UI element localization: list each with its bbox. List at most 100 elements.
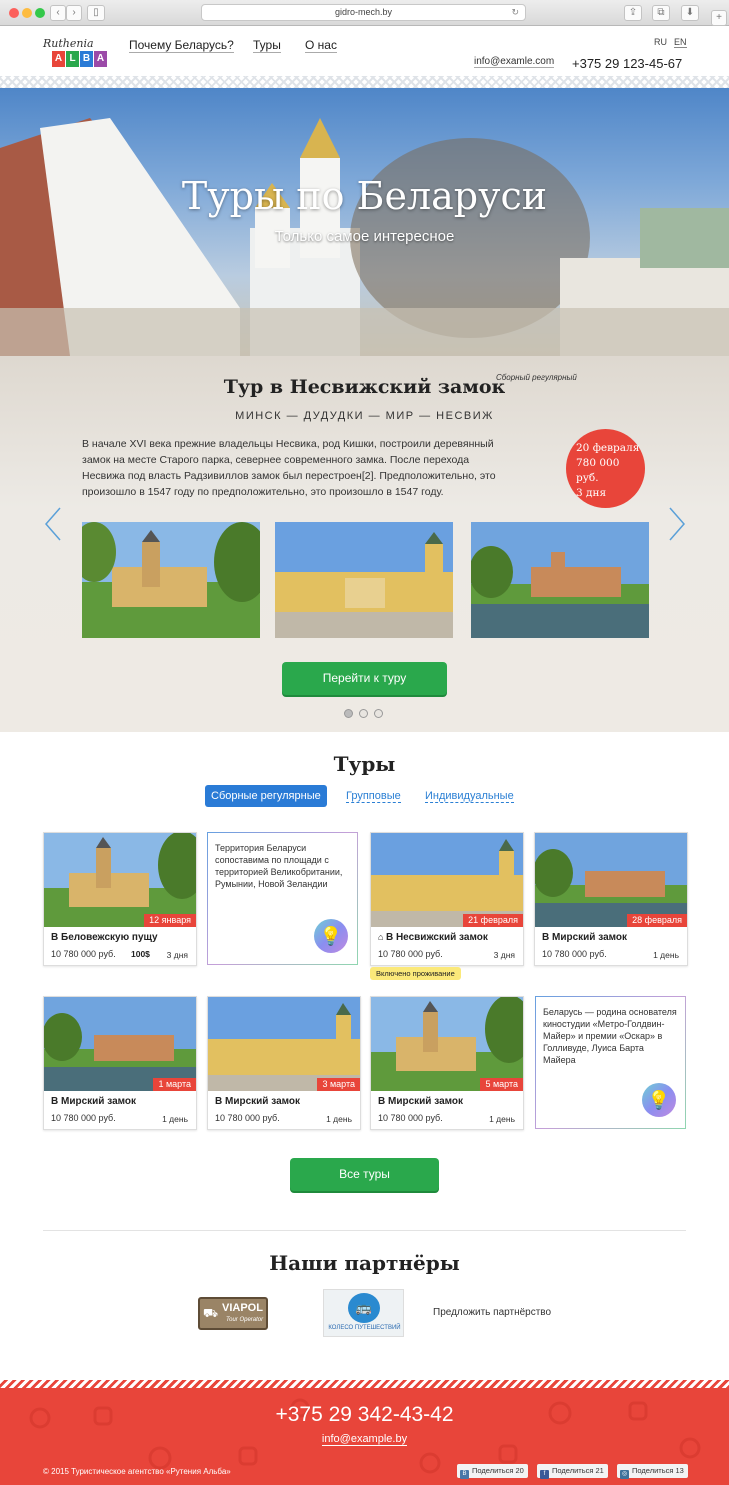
tour-photo	[44, 997, 196, 1091]
share-count: 20	[515, 1466, 524, 1475]
close-window-icon[interactable]	[9, 8, 19, 18]
slider-dot-active[interactable]	[344, 709, 353, 718]
minimize-window-icon[interactable]	[22, 8, 32, 18]
fact-text: Территория Беларуси сопоставима по площа…	[215, 843, 343, 889]
tour-duration: 1 день	[489, 1114, 515, 1124]
partner-logo-koleso[interactable]: 🚌 КОЛЕСО ПУТЕШЕСТВИЙ	[323, 1289, 404, 1337]
address-bar[interactable]: gidro-mech.by ↻	[201, 4, 526, 21]
logo-letter: A	[52, 51, 65, 67]
slider-next-icon[interactable]	[668, 506, 686, 542]
header-email-link[interactable]: info@examle.com	[474, 56, 555, 68]
tour-title: В Мирский замок	[378, 1096, 464, 1107]
footer-email-link[interactable]: info@example.by	[0, 1433, 729, 1446]
new-tab-icon[interactable]: +	[711, 10, 727, 26]
tour-photo	[44, 833, 196, 927]
tour-photo	[371, 833, 523, 927]
sidebar-icon[interactable]: ▯	[87, 5, 105, 21]
nav-about[interactable]: О нас	[305, 38, 337, 53]
tour-price: 10 780 000 руб.	[378, 1113, 443, 1123]
hero-banner: Туры по Беларуси Только самое интересное	[0, 88, 729, 356]
tab-regular[interactable]: Сборные регулярные	[205, 785, 327, 807]
tour-date: 3 марта	[317, 1078, 360, 1091]
slider-dot[interactable]	[374, 709, 383, 718]
nav-why-belarus[interactable]: Почему Беларусь?	[129, 38, 234, 53]
logo-letter: B	[80, 51, 93, 67]
download-icon[interactable]: ⬇	[681, 5, 699, 21]
go-to-tour-button[interactable]: Перейти к туру	[282, 662, 447, 695]
tab-group[interactable]: Групповые	[346, 785, 401, 807]
tour-card[interactable]: 3 марта В Мирский замок 10 780 000 руб. …	[207, 996, 361, 1130]
featured-description: В начале XVI века прежние владельцы Несв…	[82, 438, 496, 498]
tour-duration: 3 дня	[493, 950, 515, 960]
nav-tours[interactable]: Туры	[253, 38, 281, 53]
tour-card[interactable]: 28 февраля В Мирский замок 10 780 000 ру…	[534, 832, 688, 966]
tour-card[interactable]: 21 февраля ⌂ В Несвижский замок 10 780 0…	[370, 832, 524, 966]
share-icon[interactable]: ⇪	[624, 5, 642, 21]
tab-individual-label: Индивидуальные	[425, 790, 514, 803]
instagram-icon: ◎	[620, 1470, 629, 1479]
header-phone: +375 29 123-45-67	[572, 56, 683, 71]
all-tours-button[interactable]: Все туры	[290, 1158, 439, 1191]
partner-logo-subtext: Tour Operator	[226, 1317, 264, 1323]
tab-individual[interactable]: Индивидуальные	[425, 785, 514, 807]
tour-duration: 1 день	[162, 1114, 188, 1124]
featured-tag: Сборный регулярный	[496, 373, 577, 382]
tour-title: В Беловежскую пущу	[51, 932, 158, 943]
badge-days: 3 дня	[576, 487, 607, 499]
bus-icon: 🚌	[348, 1293, 380, 1323]
reload-icon[interactable]: ↻	[511, 5, 519, 20]
carriage-icon: ⛟	[203, 1306, 219, 1320]
slider-prev-icon[interactable]	[44, 506, 62, 542]
vk-icon: B	[460, 1470, 469, 1479]
url-text: gidro-mech.by	[334, 7, 393, 17]
tour-date: 12 января	[144, 914, 196, 927]
slider-photo[interactable]	[275, 522, 453, 638]
tour-duration: 1 день	[326, 1114, 352, 1124]
site-footer: +375 29 342-43-42 info@example.by © 2015…	[0, 1380, 729, 1485]
tour-photo	[371, 997, 523, 1091]
tour-date: 21 февраля	[463, 914, 523, 927]
badge-date: 20 февраля	[576, 442, 640, 454]
footer-phone: +375 29 342-43-42	[275, 1403, 454, 1426]
tour-card[interactable]: 1 марта В Мирский замок 10 780 000 руб. …	[43, 996, 197, 1130]
divider	[43, 1230, 686, 1231]
zoom-window-icon[interactable]	[35, 8, 45, 18]
forward-icon[interactable]: ›	[66, 5, 82, 21]
fact-card: Территория Беларуси сопоставима по площа…	[207, 832, 358, 965]
tour-price-usd: 100$	[131, 949, 150, 959]
share-button-vk[interactable]: B Поделиться 20	[457, 1464, 528, 1479]
share-button-instagram[interactable]: ◎ Поделиться 13	[617, 1464, 688, 1479]
tours-heading: Туры	[333, 752, 396, 776]
offer-partnership-link[interactable]: Предложить партнёрство	[433, 1307, 551, 1318]
tour-title: В Мирский замок	[51, 1096, 137, 1107]
partner-logo-viapol[interactable]: ⛟ VIAPOL Tour Operator	[198, 1297, 268, 1330]
footer-email-text: info@example.by	[321, 1433, 408, 1446]
tour-price: 10 780 000 руб.	[378, 949, 443, 959]
featured-tour-slider: Тур в Несвижский замок Сборный регулярны…	[0, 356, 729, 732]
tour-price: 10 780 000 руб.	[51, 949, 116, 959]
tour-card[interactable]: 12 января В Беловежскую пущу 10 780 000 …	[43, 832, 197, 966]
back-icon[interactable]: ‹	[50, 5, 66, 21]
share-label: Поделиться	[472, 1466, 514, 1475]
tour-date: 1 марта	[153, 1078, 196, 1091]
tour-title: В Мирский замок	[542, 932, 628, 943]
site-header: Ruthenia A L B A Почему Беларусь? Туры О…	[0, 26, 729, 88]
copyright: © 2015 Туристическое агентство «Рутения …	[43, 1467, 231, 1476]
tour-title: В Мирский замок	[215, 1096, 301, 1107]
lightbulb-icon: 💡	[314, 919, 348, 953]
header-ornament	[0, 76, 729, 88]
tour-card[interactable]: 5 марта В Мирский замок 10 780 000 руб. …	[370, 996, 524, 1130]
tabs-icon[interactable]: ⧉	[652, 5, 670, 21]
share-label: Поделиться	[552, 1466, 594, 1475]
slider-dot[interactable]	[359, 709, 368, 718]
fact-card: Беларусь — родина основателя киностудии …	[535, 996, 686, 1129]
lang-en[interactable]: EN	[674, 37, 687, 48]
slider-photo[interactable]	[471, 522, 649, 638]
slider-photo[interactable]	[82, 522, 260, 638]
price-badge: 20 февраля 780 000 руб. 3 дня	[566, 429, 645, 508]
tour-date: 28 февраля	[627, 914, 687, 927]
footer-ornament	[0, 1380, 729, 1388]
share-button-facebook[interactable]: f Поделиться 21	[537, 1464, 608, 1479]
lightbulb-icon: 💡	[642, 1083, 676, 1117]
lang-ru[interactable]: RU	[654, 37, 667, 47]
